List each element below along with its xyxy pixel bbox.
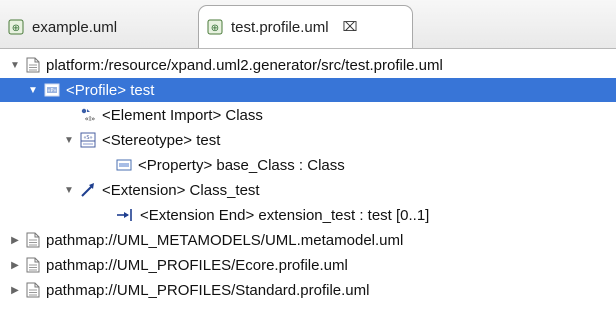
expand-triangle-icon[interactable]: ▼: [8, 58, 22, 72]
tree-item-root-resource[interactable]: ▼ platform:/resource/xpand.uml2.generato…: [0, 53, 616, 77]
tab-label: example.uml: [32, 18, 118, 36]
document-icon: [26, 232, 40, 248]
tree-item-label: pathmap://UML_METAMODELS/UML.metamodel.u…: [46, 231, 404, 249]
element-import-icon: «I»: [80, 107, 96, 123]
tree-item-label: <Extension End> extension_test : test [0…: [140, 206, 430, 224]
tree-item-label: pathmap://UML_PROFILES/Ecore.profile.uml: [46, 256, 348, 274]
tree-item-label: <Profile> test: [66, 81, 155, 99]
uml-file-icon: ⊕: [207, 19, 223, 35]
collapse-triangle-icon[interactable]: ▶: [8, 258, 22, 272]
editor-tab-bar: ⊕ example.uml ⊕ test.profile.uml ⌧: [0, 0, 616, 49]
tree-item-label: <Extension> Class_test: [102, 181, 260, 199]
document-icon: [26, 57, 40, 73]
svg-text:«P»: «P»: [47, 88, 56, 94]
tree-item-profile[interactable]: ▼ «P» <Profile> test: [0, 78, 616, 102]
document-icon: [26, 282, 40, 298]
tree-item-label: platform:/resource/xpand.uml2.generator/…: [46, 56, 443, 74]
expand-triangle-icon[interactable]: ▼: [62, 183, 76, 197]
tree-item-label: pathmap://UML_PROFILES/Standard.profile.…: [46, 281, 370, 299]
close-icon[interactable]: ⌧: [343, 19, 358, 35]
profile-icon: «P»: [44, 83, 60, 97]
property-icon: [116, 159, 132, 171]
document-icon: [26, 257, 40, 273]
tree-item-resource[interactable]: ▶ pathmap://UML_PROFILES/Ecore.profile.u…: [0, 253, 616, 277]
tree-item-extension-end[interactable]: <Extension End> extension_test : test [0…: [0, 203, 616, 227]
tree-item-stereotype[interactable]: ▼ «S» <Stereotype> test: [0, 128, 616, 152]
tree-item-resource[interactable]: ▶ pathmap://UML_METAMODELS/UML.metamodel…: [0, 228, 616, 252]
svg-text:⊕: ⊕: [211, 23, 219, 34]
svg-text:«I»: «I»: [85, 115, 96, 123]
collapse-triangle-icon[interactable]: ▶: [8, 233, 22, 247]
expand-triangle-icon[interactable]: ▼: [62, 133, 76, 147]
extension-icon: [80, 182, 96, 198]
tree-item-label: <Element Import> Class: [102, 106, 263, 124]
model-tree: ▼ platform:/resource/xpand.uml2.generato…: [0, 48, 616, 333]
tab-label: test.profile.uml: [231, 18, 329, 36]
tree-item-label: <Property> base_Class : Class: [138, 156, 345, 174]
extension-end-icon: [116, 208, 134, 222]
uml-file-icon: ⊕: [8, 19, 24, 35]
tree-item-label: <Stereotype> test: [102, 131, 221, 149]
tree-item-property[interactable]: <Property> base_Class : Class: [0, 153, 616, 177]
tab-example-uml[interactable]: ⊕ example.uml: [0, 6, 200, 48]
tree-item-resource[interactable]: ▶ pathmap://UML_PROFILES/Standard.profil…: [0, 278, 616, 302]
svg-text:«S»: «S»: [83, 135, 92, 141]
tree-item-extension[interactable]: ▼ <Extension> Class_test: [0, 178, 616, 202]
stereotype-icon: «S»: [80, 132, 96, 148]
expand-triangle-icon[interactable]: ▼: [26, 83, 40, 97]
collapse-triangle-icon[interactable]: ▶: [8, 283, 22, 297]
tree-item-element-import[interactable]: «I» <Element Import> Class: [0, 103, 616, 127]
svg-text:⊕: ⊕: [12, 23, 20, 34]
tab-test-profile-uml[interactable]: ⊕ test.profile.uml ⌧: [198, 5, 413, 48]
